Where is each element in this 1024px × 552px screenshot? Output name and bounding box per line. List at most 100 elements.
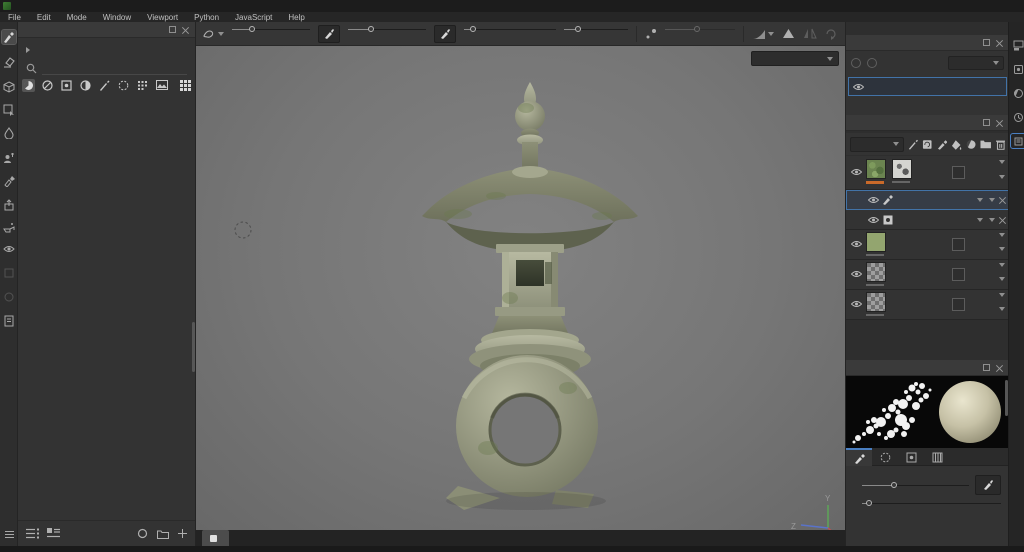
log-menu-icon[interactable] (2, 527, 16, 541)
layer-thumbnail[interactable] (866, 262, 886, 286)
close-panel-icon[interactable] (996, 364, 1003, 371)
layer-row-concrete-dusty[interactable] (846, 260, 1009, 290)
layer-row-rust-pine[interactable] (846, 156, 1009, 190)
mask-tab[interactable] (202, 530, 229, 546)
size-slider[interactable] (232, 25, 310, 33)
spacing-slider[interactable] (564, 25, 628, 33)
tab-brush[interactable] (846, 448, 872, 466)
menu-item[interactable]: Viewport (139, 13, 186, 22)
float-panel-icon[interactable] (983, 39, 990, 46)
smudge-tool[interactable] (2, 126, 16, 140)
dock-layers-icon[interactable] (1011, 134, 1024, 148)
layer-row-colortint[interactable] (846, 230, 1009, 260)
polygon-fill-tool[interactable] (2, 103, 16, 117)
filter-textures[interactable] (79, 79, 92, 92)
resources-tool[interactable] (2, 314, 16, 328)
eye-icon[interactable] (853, 83, 864, 91)
min-size-slider[interactable] (862, 499, 1001, 507)
add-effect-icon[interactable] (908, 139, 918, 150)
size-slider-group[interactable] (232, 25, 310, 43)
blend-mode-dropdown[interactable] (975, 198, 983, 202)
dock-texture-set-icon[interactable] (1011, 38, 1024, 52)
float-panel-icon[interactable] (983, 364, 990, 371)
export-tool[interactable] (2, 198, 16, 212)
symmetry-button[interactable] (782, 28, 795, 39)
blend-mode-dropdown[interactable] (997, 293, 1005, 297)
opacity-dropdown[interactable] (987, 198, 995, 202)
flow-slider-group[interactable] (348, 25, 426, 43)
projection-tool[interactable] (2, 80, 16, 94)
layer-effect-paint[interactable] (846, 190, 1009, 210)
refresh-shelf-icon[interactable] (137, 528, 148, 539)
opacity-dropdown[interactable] (987, 218, 995, 222)
tab-material[interactable] (924, 448, 950, 466)
eraser-tool[interactable] (2, 55, 16, 69)
brush-size-slider[interactable] (862, 481, 969, 489)
delete-layer-icon[interactable] (996, 139, 1006, 150)
add-resource-icon[interactable] (178, 529, 187, 538)
eye-icon[interactable] (868, 216, 879, 224)
opacity-dropdown[interactable] (997, 175, 1005, 179)
remove-effect-icon[interactable] (999, 196, 1006, 203)
texture-set-item[interactable] (848, 77, 1007, 96)
filter-smart-masks[interactable] (60, 79, 73, 92)
search-input[interactable] (42, 61, 187, 75)
opacity-dropdown[interactable] (997, 277, 1005, 281)
add-paint-layer-icon[interactable] (937, 139, 947, 150)
isolate-icon[interactable] (867, 58, 877, 68)
menu-item[interactable]: Python (186, 13, 227, 22)
close-panel-icon[interactable] (996, 119, 1003, 126)
filter-environments[interactable] (155, 79, 168, 92)
blend-mode-dropdown[interactable] (975, 218, 983, 222)
flow-slider[interactable] (348, 25, 426, 33)
assets-scrollbar[interactable] (192, 322, 195, 372)
spacing-slider-group[interactable] (564, 25, 628, 43)
dock-history-icon[interactable] (1011, 110, 1024, 124)
add-folder-icon[interactable] (980, 139, 991, 149)
menu-item[interactable]: Help (280, 13, 312, 22)
blend-mode-dropdown[interactable] (997, 263, 1005, 267)
list-view-icon[interactable] (26, 528, 39, 539)
stroke-opacity-slider[interactable] (464, 25, 556, 33)
library-selector[interactable] (18, 42, 195, 58)
dock-display-settings-icon[interactable] (1011, 62, 1024, 76)
show-all-icon[interactable] (851, 58, 861, 68)
opacity-dropdown[interactable] (997, 307, 1005, 311)
add-smart-mask-icon[interactable] (966, 139, 976, 150)
dock-shader-settings-icon[interactable] (1011, 86, 1024, 100)
detail-view-icon[interactable] (47, 528, 60, 539)
filter-procedurals[interactable] (136, 79, 149, 92)
lazy-mouse-icon[interactable] (645, 28, 657, 40)
brush-preset-button[interactable] (202, 27, 224, 41)
eye-icon[interactable] (851, 168, 862, 176)
import-folder-icon[interactable] (157, 529, 169, 539)
menu-item[interactable]: Mode (59, 13, 95, 22)
add-fill-layer-icon[interactable] (951, 139, 961, 150)
shading-mode-dropdown[interactable] (751, 51, 839, 66)
eye-icon[interactable] (851, 300, 862, 308)
falloff-curve-button[interactable] (752, 28, 774, 40)
stroke-opacity-slider-group[interactable] (464, 25, 556, 43)
tab-stencil[interactable] (898, 448, 924, 466)
channel-selector-dropdown[interactable] (850, 137, 904, 152)
filter-materials[interactable] (22, 79, 35, 92)
filter-smart-materials[interactable] (41, 79, 54, 92)
close-panel-icon[interactable] (996, 39, 1003, 46)
layer-row-layer-1[interactable] (846, 290, 1009, 320)
eye-icon[interactable] (851, 270, 862, 278)
flow-alpha-button[interactable] (434, 25, 456, 43)
filter-brushes[interactable] (98, 79, 111, 92)
grid-view-toggle[interactable] (179, 79, 192, 92)
close-panel-icon[interactable] (182, 26, 189, 33)
layer-thumbnail[interactable] (866, 292, 886, 316)
eye-icon[interactable] (851, 240, 862, 248)
material-picker-tool[interactable] (2, 174, 16, 188)
particles-tool[interactable] (2, 220, 16, 234)
float-panel-icon[interactable] (169, 26, 176, 33)
float-panel-icon[interactable] (983, 119, 990, 126)
add-smart-material-icon[interactable] (922, 139, 932, 150)
filter-alphas[interactable] (117, 79, 130, 92)
layer-thumbnail[interactable] (866, 232, 886, 256)
size-link-button[interactable] (975, 475, 1001, 495)
viewer-settings-tool[interactable] (2, 242, 16, 256)
